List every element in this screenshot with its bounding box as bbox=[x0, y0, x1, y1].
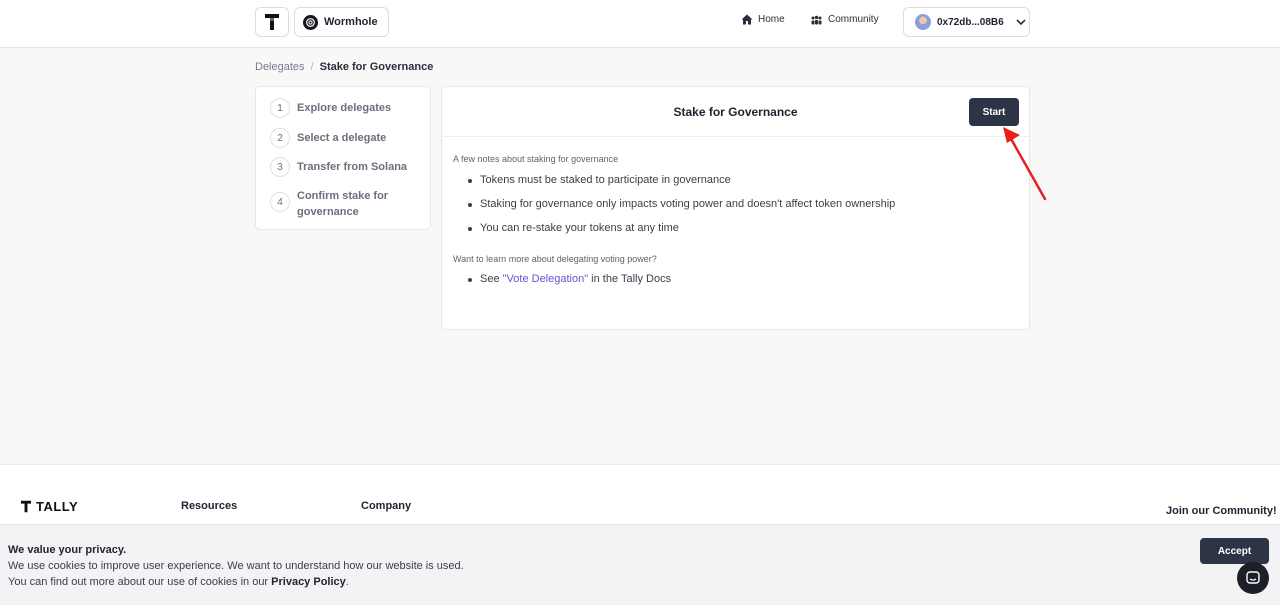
vote-delegation-link[interactable]: "Vote Delegation" bbox=[503, 273, 588, 285]
notes-list: Tokens must be staked to participate in … bbox=[467, 174, 895, 246]
notes-heading: A few notes about staking for governance bbox=[453, 154, 619, 164]
learn-heading: Want to learn more about delegating voti… bbox=[453, 254, 657, 264]
step-number: 1 bbox=[270, 98, 290, 118]
footer-resources-heading: Resources bbox=[181, 500, 238, 512]
dao-name: Wormhole bbox=[324, 16, 378, 28]
chat-launcher-button[interactable] bbox=[1237, 562, 1269, 594]
step-item: 1 Explore delegates bbox=[270, 98, 409, 118]
annotation-arrow-icon bbox=[1003, 127, 1047, 201]
tally-logo-icon bbox=[20, 500, 32, 513]
cookie-text-privacy: You can find out more about our use of c… bbox=[8, 576, 349, 588]
nav-community-link[interactable]: Community bbox=[810, 14, 879, 25]
dao-switcher[interactable]: Wormhole bbox=[294, 7, 389, 37]
avatar bbox=[915, 14, 931, 30]
tally-logo-icon bbox=[265, 14, 279, 30]
top-bar: Wormhole Home Community 0x72db...08B6 bbox=[0, 0, 1280, 48]
wallet-address: 0x72db...08B6 bbox=[937, 16, 1004, 28]
step-label: Select a delegate bbox=[297, 132, 387, 144]
list-item: See "Vote Delegation" in the Tally Docs bbox=[467, 273, 671, 297]
breadcrumb-current: Stake for Governance bbox=[319, 61, 434, 73]
steps-panel: 1 Explore delegates 2 Select a delegate … bbox=[255, 86, 431, 230]
step-item: 3 Transfer from Solana bbox=[270, 157, 409, 177]
step-label: Confirm stake for governance bbox=[297, 190, 389, 218]
learn-prefix: See bbox=[480, 273, 503, 285]
tally-logo-button[interactable] bbox=[255, 7, 289, 37]
step-label: Transfer from Solana bbox=[297, 161, 408, 173]
start-button[interactable]: Start bbox=[969, 98, 1019, 126]
footer-brand: TALLY bbox=[36, 499, 79, 514]
accept-cookies-button[interactable]: Accept bbox=[1200, 538, 1269, 564]
page-title: Stake for Governance bbox=[673, 105, 798, 119]
step-number: 4 bbox=[270, 192, 290, 212]
footer-logo[interactable]: TALLY bbox=[20, 499, 78, 514]
stake-card: Stake for Governance Start A few notes a… bbox=[441, 86, 1030, 330]
privacy-policy-link[interactable]: Privacy Policy bbox=[271, 576, 346, 588]
home-icon bbox=[741, 14, 753, 25]
cookie-privacy-prefix: You can find out more about our use of c… bbox=[8, 576, 272, 588]
cookie-title: We value your privacy. bbox=[8, 544, 127, 556]
nav-home-label: Home bbox=[758, 14, 785, 25]
cookie-banner: We value your privacy. We use cookies to… bbox=[0, 524, 1280, 605]
step-number: 3 bbox=[270, 157, 290, 177]
breadcrumb-delegates-link[interactable]: Delegates bbox=[255, 61, 305, 73]
cookie-privacy-suffix: . bbox=[345, 576, 349, 588]
chevron-down-icon bbox=[1016, 18, 1026, 25]
step-item: 2 Select a delegate bbox=[270, 128, 409, 148]
cookie-text: We use cookies to improve user experienc… bbox=[8, 560, 464, 572]
footer-company-heading: Company bbox=[361, 500, 412, 512]
step-label: Explore delegates bbox=[297, 102, 392, 114]
wallet-menu-button[interactable]: 0x72db...08B6 bbox=[903, 7, 1030, 37]
footer-join-heading: Join our Community! bbox=[1166, 505, 1277, 517]
wormhole-logo-icon bbox=[303, 14, 318, 30]
list-item: Tokens must be staked to participate in … bbox=[467, 174, 895, 198]
nav-home-link[interactable]: Home bbox=[741, 14, 785, 25]
nav-community-label: Community bbox=[828, 14, 879, 25]
breadcrumb-separator: / bbox=[310, 61, 314, 73]
step-number: 2 bbox=[270, 128, 290, 148]
stake-card-header: Stake for Governance Start bbox=[442, 87, 1029, 137]
chat-icon bbox=[1246, 571, 1260, 584]
breadcrumb: Delegates / Stake for Governance bbox=[255, 61, 433, 73]
list-item: Staking for governance only impacts voti… bbox=[467, 198, 895, 222]
learn-suffix: in the Tally Docs bbox=[588, 273, 672, 285]
step-item: 4 Confirm stake for governance bbox=[270, 186, 409, 220]
list-item: You can re-stake your tokens at any time bbox=[467, 222, 895, 246]
learn-list: See "Vote Delegation" in the Tally Docs bbox=[467, 273, 671, 297]
community-icon bbox=[811, 15, 822, 24]
